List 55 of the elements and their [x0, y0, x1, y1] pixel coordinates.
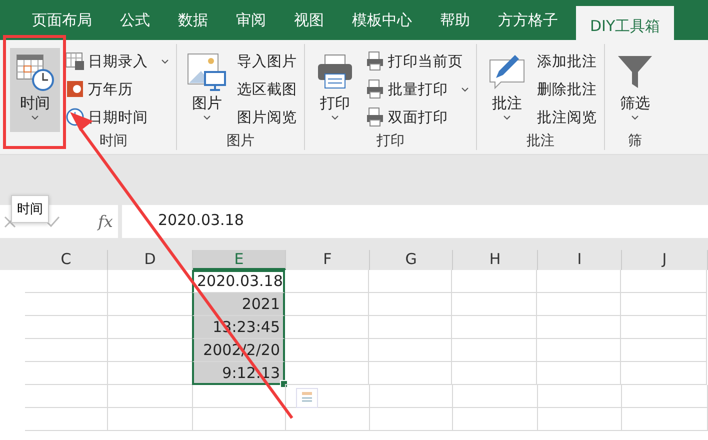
tooltip: 时间 — [11, 195, 49, 223]
table-cell: 2020.03.18 — [192, 270, 285, 293]
ribbon-tab[interactable]: 公式 — [106, 0, 164, 40]
ribbon-button[interactable]: 导入图片 — [235, 48, 299, 74]
calendar-icon — [65, 79, 85, 99]
printer-icon — [365, 51, 385, 71]
chevron-down-icon — [631, 115, 639, 120]
ribbon-button[interactable]: 万年历 — [63, 76, 171, 102]
ribbon-tab[interactable]: 帮助 — [426, 0, 484, 40]
cancel-icon[interactable] — [4, 216, 16, 228]
large-ribbon-button[interactable]: 批注 — [482, 48, 532, 132]
chevron-down-icon — [461, 86, 469, 92]
table-cell: 2021 — [192, 293, 285, 316]
ribbon-tab[interactable]: 方方格子 — [484, 0, 572, 40]
ribbon-button[interactable]: 批量打印 — [363, 76, 471, 102]
large-ribbon-button[interactable]: 时间 — [10, 48, 60, 132]
ribbon-button[interactable]: 添加批注 — [535, 48, 599, 74]
ribbon-button[interactable]: 批注阅览 — [535, 104, 599, 130]
ribbon-tab[interactable]: 页面布局 — [18, 0, 106, 40]
ribbon-tab[interactable]: 数据 — [164, 0, 222, 40]
large-ribbon-button[interactable]: 打印 — [310, 48, 360, 132]
ribbon-button[interactable]: 选区截图 — [235, 76, 299, 102]
large-ribbon-button[interactable]: 图片 — [182, 48, 232, 132]
ribbon-button[interactable]: 日期录入 — [63, 48, 171, 74]
ribbon-button[interactable]: 图片阅览 — [235, 104, 299, 130]
ribbon-button[interactable]: 打印当前页 — [363, 48, 471, 74]
group-label: 时间 — [98, 132, 128, 150]
image-monitor-icon — [187, 52, 227, 92]
printer-icon — [365, 79, 385, 99]
fill-handle[interactable] — [280, 380, 288, 388]
ribbon-button[interactable]: 删除批注 — [535, 76, 599, 102]
ribbon-tab[interactable]: 模板中心 — [338, 0, 426, 40]
chevron-down-icon — [31, 115, 39, 120]
chevron-down-icon — [503, 115, 511, 120]
group-label: 筛 — [627, 132, 643, 150]
group-label: 图片 — [226, 132, 256, 150]
chevron-down-icon — [331, 115, 339, 120]
comment-pencil-icon — [487, 52, 527, 92]
group-label: 批注 — [526, 132, 556, 150]
group-label: 打印 — [376, 132, 406, 150]
chevron-down-icon — [161, 58, 169, 64]
table-icon — [65, 51, 85, 71]
ribbon-tab[interactable]: DIY工具箱 — [576, 6, 674, 40]
large-ribbon-button[interactable]: 筛选 — [610, 48, 660, 132]
printer-icon — [365, 107, 385, 127]
ribbon-button[interactable]: 双面打印 — [363, 104, 471, 130]
column-header[interactable]: E — [193, 250, 286, 270]
ribbon-tab[interactable]: 审阅 — [222, 0, 280, 40]
paste-options-icon[interactable] — [296, 388, 318, 408]
formula-field[interactable]: 2020.03.18 — [122, 205, 708, 238]
chevron-down-icon — [203, 115, 211, 120]
check-icon[interactable] — [46, 216, 60, 228]
calendar-clock-icon — [15, 52, 55, 92]
ribbon-tab[interactable]: 视图 — [280, 0, 338, 40]
function-button[interactable]: fx — [98, 212, 113, 231]
